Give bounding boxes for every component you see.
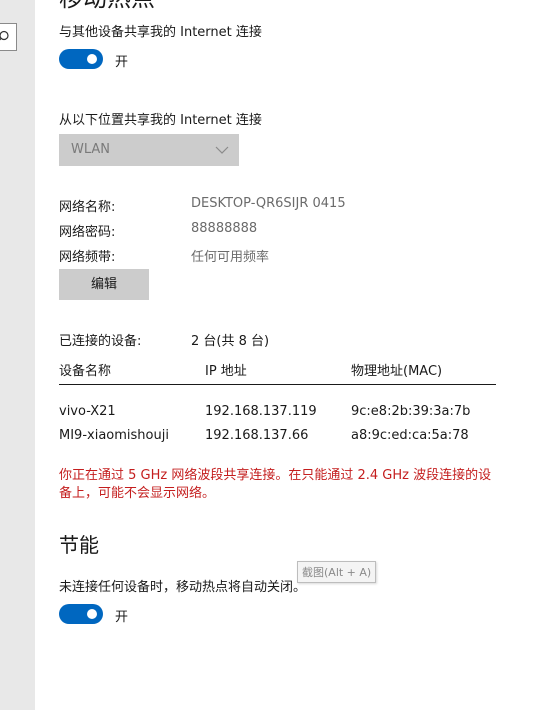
power-saving-description: 未连接任何设备时，移动热点将自动关闭。 [59, 580, 307, 595]
network-name-label: 网络名称: [59, 200, 116, 215]
network-band-label: 网络频带: [59, 250, 116, 265]
share-toggle-state: 开 [115, 55, 129, 70]
power-saving-toggle-state: 开 [115, 610, 129, 625]
device-name: MI9-xiaomishouji [59, 428, 169, 443]
column-header-device-name: 设备名称 [59, 364, 112, 379]
device-ip: 192.168.137.66 [205, 428, 309, 443]
page-title: 移动热点 [59, 0, 155, 13]
network-name-value: DESKTOP-QR6SIJR 0415 [191, 196, 346, 211]
power-saving-toggle[interactable] [59, 604, 103, 624]
search-icon [0, 30, 9, 41]
share-from-selected: WLAN [71, 142, 111, 157]
table-header-divider [59, 384, 496, 385]
column-header-ip: IP 地址 [205, 364, 247, 379]
toggle-knob [87, 609, 97, 619]
network-band-value: 任何可用频率 [191, 250, 270, 265]
share-from-dropdown[interactable]: WLAN [59, 134, 239, 166]
device-ip: 192.168.137.119 [205, 404, 317, 419]
share-toggle[interactable] [59, 49, 103, 69]
network-password-value: 88888888 [191, 221, 258, 236]
device-mac: 9c:e8:2b:39:3a:7b [351, 404, 471, 419]
navigation-sidebar [0, 0, 35, 710]
power-saving-heading: 节能 [59, 533, 99, 557]
device-name: vivo-X21 [59, 404, 116, 419]
band-warning: 你正在通过 5 GHz 网络波段共享连接。在只能通过 2.4 GHz 波段连接的… [59, 468, 492, 501]
connected-devices-label: 已连接的设备: [59, 334, 142, 349]
column-header-mac: 物理地址(MAC) [351, 364, 443, 379]
chevron-down-icon [215, 146, 229, 154]
edit-button[interactable]: 编辑 [59, 269, 149, 300]
search-box[interactable] [0, 23, 17, 51]
connected-devices-count: 2 台(共 8 台) [191, 334, 270, 349]
toggle-knob [87, 54, 97, 64]
network-password-label: 网络密码: [59, 225, 116, 240]
device-mac: a8:9c:ed:ca:5a:78 [351, 428, 469, 443]
share-from-label: 从以下位置共享我的 Internet 连接 [59, 113, 262, 128]
share-connection-label: 与其他设备共享我的 Internet 连接 [59, 25, 262, 40]
screenshot-tooltip: 截图(Alt + A) [297, 561, 377, 583]
